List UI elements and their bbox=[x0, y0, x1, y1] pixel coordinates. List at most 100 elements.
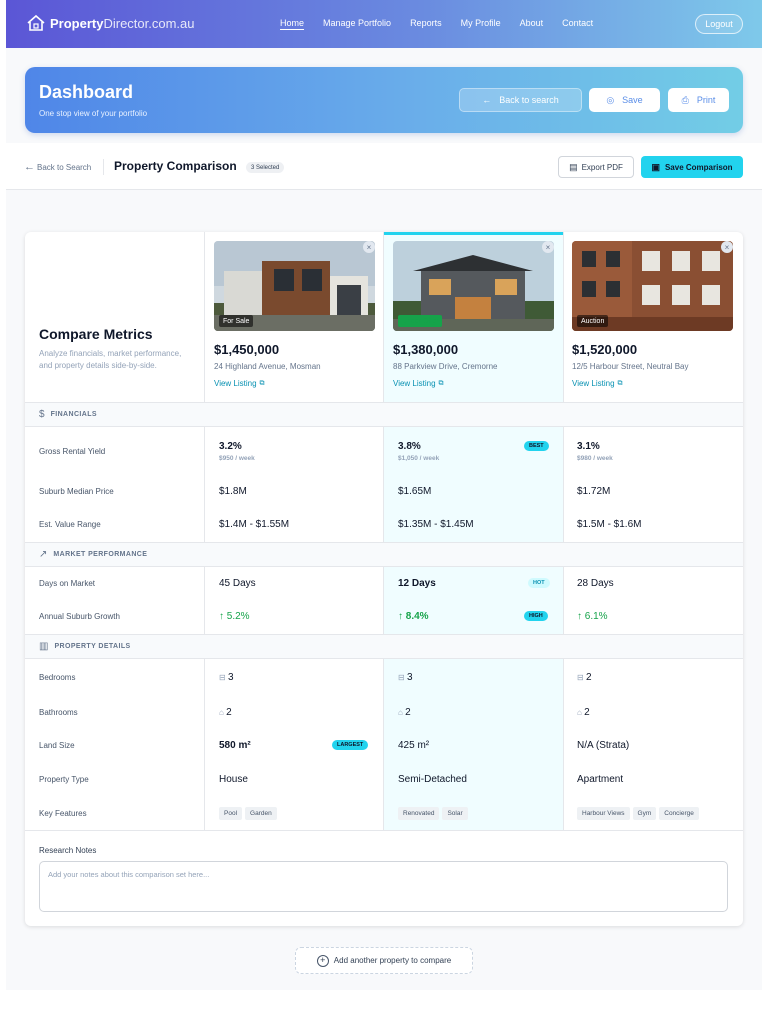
bath-icon: ⌂ bbox=[219, 708, 227, 717]
bath-icon: ⌂ bbox=[398, 708, 406, 717]
nav-link-about[interactable]: About bbox=[520, 18, 544, 28]
row-label: Suburb Median Price bbox=[39, 487, 114, 496]
status-tag: For Sale bbox=[219, 315, 254, 327]
cell-value: 3 bbox=[227, 672, 234, 683]
bed-icon: ⊟ bbox=[577, 673, 586, 682]
arrow-left-icon: ← bbox=[24, 161, 35, 173]
section-header-market: ↗ MARKET PERFORMANCE bbox=[25, 542, 743, 567]
view-listing-link[interactable]: View Listing ⧉ bbox=[572, 379, 733, 388]
largest-badge: LARGEST bbox=[332, 740, 369, 750]
save-label: Save bbox=[622, 95, 643, 105]
logout-button[interactable]: Logout bbox=[695, 14, 743, 34]
property-address: 24 Highland Avenue, Mosman bbox=[214, 362, 321, 371]
table-row: Bathrooms ⌂ 2 ⌂ 2 ⌂ 2 bbox=[25, 696, 743, 730]
best-badge: BEST bbox=[524, 441, 549, 451]
growth-cell: ↑ 8.4% bbox=[398, 611, 429, 622]
cell-value: 45 Days bbox=[219, 578, 256, 589]
cell-value: 580 m² bbox=[219, 740, 251, 751]
save-disk-icon: ▣ bbox=[651, 161, 660, 172]
print-button[interactable]: ⎙ Print bbox=[668, 88, 729, 112]
row-label: Key Features bbox=[39, 809, 87, 818]
row-label: Bedrooms bbox=[39, 673, 76, 682]
arrow-left-icon: ← bbox=[482, 95, 492, 105]
dashboard-title: Dashboard bbox=[39, 82, 134, 102]
feature-chip: Concierge bbox=[659, 807, 699, 820]
logo-text-bold: Property bbox=[50, 15, 104, 31]
back-to-search-link[interactable]: ← Back to Search bbox=[24, 161, 91, 173]
bed-icon: ⊟ bbox=[219, 673, 228, 682]
value-cell: 3.2% $950 / week bbox=[219, 441, 255, 462]
comparison-card: Compare Metrics Analyze financials, mark… bbox=[25, 232, 743, 926]
cell-value: N/A (Strata) bbox=[577, 740, 630, 751]
cell-value: 2 bbox=[226, 707, 232, 718]
dashboard-banner: Dashboard One stop view of your portfoli… bbox=[25, 67, 743, 133]
document-icon: ▤ bbox=[569, 161, 578, 172]
property-photo[interactable]: Under Offer × bbox=[393, 241, 554, 331]
save-comparison-button[interactable]: ▣ Save Comparison bbox=[641, 156, 743, 178]
table-row: Property Type House Semi-Detached Apartm… bbox=[25, 763, 743, 796]
nav-link-contact[interactable]: Contact bbox=[562, 18, 593, 28]
property-price: $1,520,000 bbox=[572, 342, 638, 357]
cell-subvalue: $980 / week bbox=[577, 455, 613, 462]
nav-link-reports[interactable]: Reports bbox=[410, 18, 442, 28]
save-button[interactable]: ◎ Save bbox=[589, 88, 660, 112]
table-row: Annual Suburb Growth ↑ 5.2% ↑ 8.4% HIGH … bbox=[25, 601, 743, 634]
bed-cell: ⊟ 3 bbox=[219, 672, 234, 683]
property-photo[interactable]: For Sale × bbox=[214, 241, 375, 331]
table-row: Suburb Median Price $1.8M $1.65M $1.72M bbox=[25, 474, 743, 507]
add-property-button[interactable]: + Add another property to compare bbox=[295, 947, 473, 974]
bed-cell: ⊟ 2 bbox=[577, 672, 592, 683]
nav-links: Home Manage Portfolio Reports My Profile… bbox=[280, 18, 612, 28]
bed-cell: ⊟ 3 bbox=[398, 672, 413, 683]
cell-subvalue: $950 / week bbox=[219, 455, 255, 462]
cell-value: 3.8% bbox=[398, 441, 421, 452]
arrow-up-icon: ↑ bbox=[398, 611, 406, 622]
row-label: Property Type bbox=[39, 775, 89, 784]
remove-property-button[interactable]: × bbox=[721, 241, 733, 253]
property-price: $1,380,000 bbox=[393, 342, 459, 357]
cell-value: House bbox=[219, 774, 248, 785]
print-label: Print bbox=[696, 95, 716, 105]
research-notes-textarea[interactable]: Add your notes about this comparison set… bbox=[39, 861, 728, 912]
section-label: FINANCIALS bbox=[50, 411, 97, 418]
site-logo[interactable]: Property Director.com.au bbox=[26, 13, 195, 33]
bath-icon: ⌂ bbox=[577, 708, 585, 717]
property-card: For Sale × $1,450,000 24 Highland Avenue… bbox=[214, 241, 375, 388]
cell-value: $1.35M - $1.45M bbox=[398, 519, 474, 530]
view-listing-link[interactable]: View Listing ⧉ bbox=[393, 379, 554, 388]
value-cell: 3.1% $980 / week bbox=[577, 441, 613, 462]
external-link-icon: ⧉ bbox=[259, 379, 265, 387]
highlighted-column-accent bbox=[384, 232, 563, 235]
plus-circle-icon: + bbox=[316, 954, 329, 967]
bath-cell: ⌂ 2 bbox=[219, 707, 232, 718]
section-header-details: ▥ PROPERTY DETAILS bbox=[25, 634, 743, 659]
remove-property-button[interactable]: × bbox=[363, 241, 375, 253]
cell-value: 8.4% bbox=[405, 611, 429, 622]
view-listing-link[interactable]: View Listing ⧉ bbox=[214, 379, 375, 388]
cell-value: 2 bbox=[584, 707, 590, 718]
status-tag: Under Offer bbox=[398, 315, 443, 327]
property-card: Auction × $1,520,000 12/5 Harbour Street… bbox=[572, 241, 733, 388]
cell-value: $1.8M bbox=[219, 486, 247, 497]
add-property-label: Add another property to compare bbox=[333, 956, 452, 965]
divider bbox=[103, 159, 104, 175]
value-cell: 3.8% $1,050 / week bbox=[398, 441, 439, 462]
back-to-search-button[interactable]: ← Back to search bbox=[459, 88, 582, 112]
feature-chip: Solar bbox=[442, 807, 468, 820]
logo-text-light: Director.com.au bbox=[103, 15, 195, 31]
nav-link-home[interactable]: Home bbox=[280, 18, 304, 28]
row-label: Est. Value Range bbox=[39, 520, 101, 529]
arrow-up-icon: ↑ bbox=[219, 611, 227, 622]
cell-value: 425 m² bbox=[398, 740, 430, 751]
cell-value: 6.1% bbox=[584, 611, 608, 622]
row-label: Bathrooms bbox=[39, 708, 78, 717]
property-photo[interactable]: Auction × bbox=[572, 241, 733, 331]
compare-metrics-description: Analyze financials, market performance, … bbox=[39, 349, 182, 370]
table-row: Est. Value Range $1.4M - $1.55M $1.35M -… bbox=[25, 507, 743, 542]
property-address: 12/5 Harbour Street, Neutral Bay bbox=[572, 362, 689, 371]
nav-link-manage-portfolio[interactable]: Manage Portfolio bbox=[323, 18, 391, 28]
nav-link-my-profile[interactable]: My Profile bbox=[461, 18, 501, 28]
export-pdf-button[interactable]: ▤ Export PDF bbox=[558, 156, 634, 178]
remove-property-button[interactable]: × bbox=[542, 241, 554, 253]
high-badge: HIGH bbox=[524, 611, 548, 621]
